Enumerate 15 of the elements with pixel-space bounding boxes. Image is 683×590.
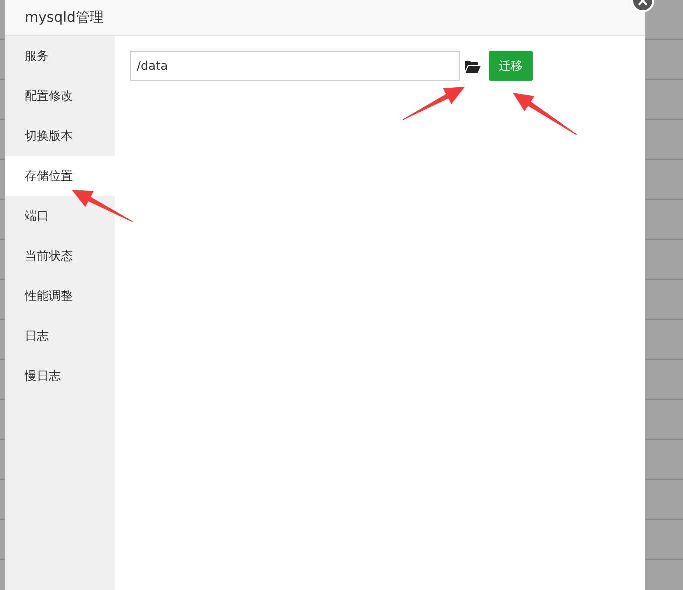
sidebar-item[interactable]: 性能调整 <box>5 276 115 316</box>
sidebar-item[interactable]: 服务 <box>5 36 115 76</box>
arrow <box>72 190 134 222</box>
dialog-title: mysqld管理 <box>25 8 104 26</box>
arrow <box>402 87 465 120</box>
sidebar-item[interactable]: 当前状态 <box>5 236 115 276</box>
folder-icon[interactable] <box>465 60 481 72</box>
arrow <box>513 93 578 136</box>
sidebar-item[interactable]: 配置修改 <box>5 76 115 116</box>
sidebar-item[interactable]: 存储位置 <box>5 156 115 196</box>
sidebar-item[interactable]: 端口 <box>5 196 115 236</box>
sidebar-item[interactable]: 慢日志 <box>5 356 115 396</box>
sidebar-item[interactable]: 日志 <box>5 316 115 356</box>
sidebar-item[interactable]: 切换版本 <box>5 116 115 156</box>
path-field[interactable]: /data <box>130 51 460 81</box>
